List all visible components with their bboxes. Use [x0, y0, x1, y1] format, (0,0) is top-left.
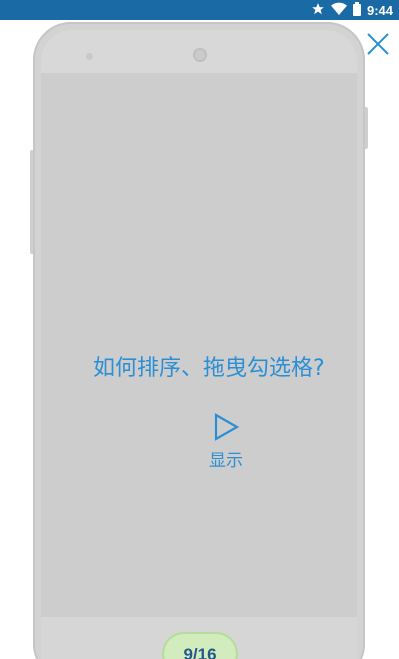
tutorial-question: 如何排序、拖曳勾选格? [93, 356, 325, 381]
status-bar: 9:44 [0, 0, 399, 20]
tutorial-screen: 9:44 如何排序、拖曳勾选格? 显示 9/16 [0, 0, 399, 659]
phone-speaker [86, 53, 93, 60]
battery-icon [352, 1, 361, 20]
page-indicator-label: 9/16 [183, 645, 217, 659]
wifi-icon [330, 1, 347, 20]
phone-camera [193, 48, 207, 62]
status-time: 9:44 [366, 2, 393, 18]
status-icons: 9:44 [311, 0, 393, 20]
phone-screen [41, 73, 357, 617]
page-indicator: 9/16 [164, 634, 236, 659]
close-icon [367, 33, 389, 55]
star-icon [311, 1, 325, 20]
play-icon [214, 413, 240, 441]
close-button[interactable] [364, 30, 392, 58]
show-button[interactable]: 显示 [196, 412, 256, 478]
show-label: 显示 [209, 451, 243, 471]
